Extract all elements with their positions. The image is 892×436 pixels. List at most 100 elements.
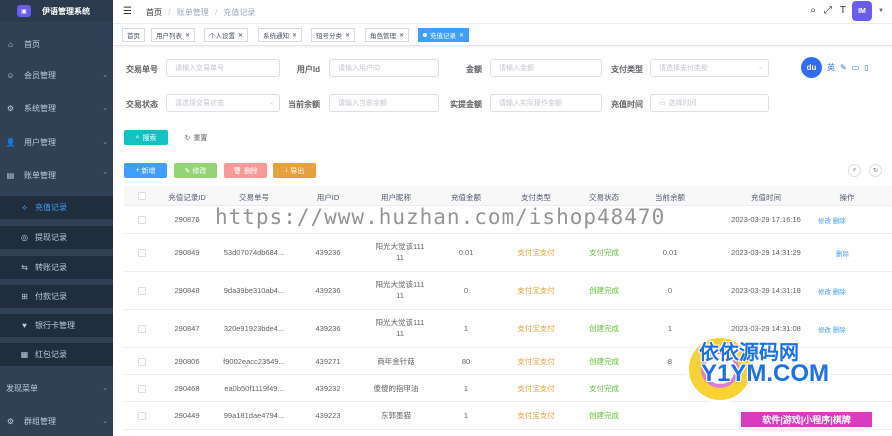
sidebar-item-discover[interactable]: 发现菜单 ⌄ <box>0 377 113 399</box>
tags-view: 首页 用户列表 ✕ 个人设置 ✕ 系统通知 ✕ 短号分类 ✕ 角色管理 ✕ 充值记录 ✕ <box>113 24 892 46</box>
fullscreen-icon[interactable]: ⤢ <box>824 5 832 16</box>
site-watermark-badge: 依依源码网 Y1YM.COM 软件|游戏|小程序|棋牌 <box>661 330 892 436</box>
toggle-search-icon[interactable]: ⌕ <box>848 164 861 177</box>
recharge-icon: ⟡ <box>21 202 28 212</box>
chevron-down-icon: ⌄ <box>102 139 108 146</box>
row-checkbox[interactable] <box>138 385 146 393</box>
label-trade-status: 交易状态 <box>126 100 158 109</box>
close-icon[interactable]: ✕ <box>292 32 297 39</box>
refresh-icon: ↻ <box>184 134 191 142</box>
tag-short-category[interactable]: 短号分类 ✕ <box>311 28 356 42</box>
sidebar-sub-recharge[interactable]: ⟡ 充值记录 <box>0 196 113 219</box>
user-id-input[interactable]: 请输入用户ID <box>329 59 439 77</box>
recharge-time-picker[interactable]: ▭ 选择时间 <box>650 94 769 112</box>
breadcrumb-home[interactable]: 首页 <box>146 8 162 17</box>
sidebar-item-members[interactable]: ☺ 会员管理 ⌄ <box>0 64 113 86</box>
sidebar-sub-redpacket[interactable]: ▦ 红包记录 <box>0 343 113 366</box>
sidebar-item-users[interactable]: 👤 用户管理 ⌄ <box>0 131 113 153</box>
watermark-site-domain: Y1YM.COM <box>701 360 830 387</box>
amount-input[interactable]: 请输入金额 <box>490 59 602 77</box>
tag-role-manage[interactable]: 角色管理 ✕ <box>365 28 410 42</box>
chevron-down-icon: ⌄ <box>102 72 108 79</box>
add-button[interactable]: + 新增 <box>124 163 167 178</box>
balance-input[interactable]: 请输入当前余额 <box>329 94 439 112</box>
download-icon: ↓ <box>284 167 289 174</box>
hamburger-icon[interactable]: ☰ <box>123 6 132 17</box>
row-actions[interactable]: 修改 删除 <box>818 215 846 225</box>
select-all-checkbox[interactable] <box>138 192 146 200</box>
screen-icon[interactable]: ▭ <box>852 63 860 72</box>
search-icon[interactable]: ⌕ <box>810 5 816 16</box>
order-no-input[interactable]: 请输入交易单号 <box>166 59 280 77</box>
export-button[interactable]: ↓ 导出 <box>273 163 316 178</box>
transfer-icon: ⇆ <box>21 263 28 272</box>
close-icon[interactable]: ✕ <box>345 32 350 39</box>
row-checkbox[interactable] <box>138 358 146 366</box>
redpacket-icon: ▦ <box>20 350 29 359</box>
row-checkbox[interactable] <box>138 325 146 333</box>
chevron-down-icon: ⌄ <box>102 418 108 425</box>
edit-button[interactable]: ✎ 修改 <box>174 163 217 178</box>
table-row[interactable]: 290848 9da39be310ab4... 439236 阳光大觉该111 … <box>124 272 892 310</box>
language-widget[interactable]: du 英 ✎ ▭ ▯ <box>801 56 892 78</box>
table-row[interactable]: 290849 53d07074db684... 439236 阳光大觉该111 … <box>124 234 892 272</box>
member-icon: ☺ <box>6 70 15 80</box>
payment-icon: ⊞ <box>21 292 28 301</box>
close-icon[interactable]: ✕ <box>459 32 464 39</box>
delete-button[interactable]: 🗑 删除 <box>224 163 267 178</box>
chevron-up-icon: ⌃ <box>102 172 108 179</box>
app-logo[interactable]: ▣ 伊语管理系统 <box>0 0 113 22</box>
sidebar-sub-bankcard[interactable]: ♥ 银行卡管理 <box>0 314 113 337</box>
sidebar: ▣ 伊语管理系统 ⌂ 首页 ☺ 会员管理 ⌄ ⚙ 系统管理 ⌄ 👤 用户管理 ⌄… <box>0 0 113 436</box>
group-icon: ⚙ <box>6 416 15 426</box>
row-actions[interactable]: 修改 删除 <box>818 286 846 296</box>
sidebar-sub-payment[interactable]: ⊞ 付款记录 <box>0 285 113 308</box>
label-amount: 金额 <box>466 65 482 74</box>
sidebar-item-system[interactable]: ⚙ 系统管理 ⌄ <box>0 97 113 119</box>
mic-icon[interactable]: ✎ <box>840 63 847 72</box>
tag-system-notice[interactable]: 系统通知 ✕ <box>258 28 303 42</box>
refresh-icon[interactable]: ↻ <box>869 164 882 177</box>
avatar[interactable]: IM <box>852 1 872 21</box>
pay-type-select[interactable]: 请选择支付类型 ⌄ <box>650 59 769 77</box>
table-header: 充值记录ID 交易单号 用户ID 用户昵称 充值金额 支付类型 交易状态 当前余… <box>124 186 892 206</box>
tag-user-list[interactable]: 用户列表 ✕ <box>151 28 196 42</box>
reset-button[interactable]: ↻ 重置 <box>174 130 218 145</box>
tag-personal-settings[interactable]: 个人设置 ✕ <box>204 28 249 42</box>
close-icon[interactable]: ✕ <box>399 32 404 39</box>
font-size-icon[interactable]: T <box>840 5 846 16</box>
withdraw-icon: ◎ <box>21 233 28 242</box>
user-icon: 👤 <box>5 137 16 147</box>
tag-home[interactable]: 首页 <box>122 28 145 42</box>
phone-icon[interactable]: ▯ <box>864 63 868 72</box>
chevron-down-icon: ⌄ <box>102 105 108 112</box>
row-checkbox[interactable] <box>138 216 146 224</box>
search-icon: ⌕ <box>135 133 140 141</box>
row-checkbox[interactable] <box>138 249 146 257</box>
row-actions[interactable]: 删除 <box>836 248 849 258</box>
breadcrumb-current: 充值记录 <box>223 8 256 17</box>
url-watermark: https://www.huzhan.com/ishop48470 <box>215 205 666 229</box>
top-navbar: ☰ 首页 / 账单管理 / 充值记录 ⌕ ⤢ T IM ▼ <box>113 0 892 24</box>
tag-recharge-records[interactable]: 充值记录 ✕ <box>418 28 470 42</box>
close-icon[interactable]: ✕ <box>238 32 243 39</box>
bill-icon: ▤ <box>6 170 15 180</box>
sidebar-item-groups[interactable]: ⚙ 群组管理 ⌄ <box>0 410 113 432</box>
sidebar-sub-withdraw[interactable]: ◎ 提现记录 <box>0 226 113 249</box>
bankcard-icon: ♥ <box>22 321 27 330</box>
sidebar-item-bills[interactable]: ▤ 账单管理 ⌃ <box>0 164 113 186</box>
row-checkbox[interactable] <box>138 287 146 295</box>
row-checkbox[interactable] <box>138 412 146 420</box>
actual-amount-input[interactable]: 请输入实际操作金额 <box>490 94 602 112</box>
sidebar-sub-transfer[interactable]: ⇆ 转账记录 <box>0 256 113 279</box>
trade-status-select[interactable]: 请选择交易状态 ⌄ <box>166 94 280 112</box>
calendar-icon: ▭ <box>659 100 666 107</box>
sidebar-item-home[interactable]: ⌂ 首页 <box>0 33 113 55</box>
plus-icon: + <box>135 167 140 174</box>
gear-icon: ⚙ <box>6 103 15 113</box>
du-icon: du <box>801 56 822 78</box>
search-button[interactable]: ⌕ 搜索 <box>124 130 168 145</box>
caret-down-icon[interactable]: ▼ <box>878 8 884 14</box>
edit-icon: ✎ <box>184 167 191 175</box>
close-icon[interactable]: ✕ <box>185 32 190 39</box>
